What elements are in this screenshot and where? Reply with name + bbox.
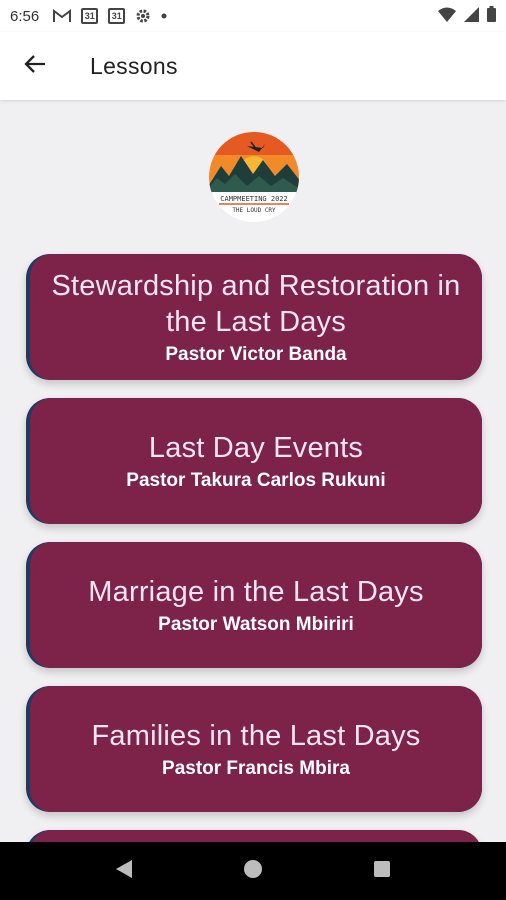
- nav-back-button[interactable]: [104, 851, 144, 891]
- arrow-left-icon: [24, 54, 46, 79]
- lesson-speaker: Pastor Watson Mbiriri: [158, 614, 354, 635]
- lesson-card-marriage[interactable]: Marriage in the Last Days Pastor Watson …: [26, 542, 482, 668]
- system-nav-bar: [0, 842, 506, 900]
- lesson-list: Stewardship and Restoration in the Last …: [26, 254, 482, 842]
- lesson-card-body: Stewardship and Restoration in the Last …: [30, 254, 482, 380]
- calendar-day: 31: [81, 8, 99, 24]
- lesson-card-body: Marriage in the Last Days Pastor Watson …: [30, 542, 482, 668]
- logo-line2: THE LOUD CRY: [232, 207, 276, 214]
- dot-icon: [161, 13, 167, 19]
- lesson-title: Families in the Last Days: [91, 720, 421, 752]
- status-time: 6:56: [10, 7, 40, 25]
- calendar-day: 31: [108, 8, 126, 24]
- back-button[interactable]: [0, 32, 70, 100]
- nav-recents-button[interactable]: [362, 851, 402, 891]
- campmeeting-logo: CAMPMEETING 2022 THE LOUD CRY: [207, 130, 301, 224]
- lesson-speaker: Pastor Francis Mbira: [162, 758, 350, 779]
- lesson-card-families[interactable]: Families in the Last Days Pastor Francis…: [26, 686, 482, 812]
- settings-icon: [135, 8, 151, 24]
- lesson-title: Last Day Events: [148, 432, 364, 464]
- lesson-card-body: Last Day Events Pastor Takura Carlos Ruk…: [30, 398, 482, 524]
- logo-line1: CAMPMEETING 2022: [220, 195, 287, 203]
- signal-icon: [464, 6, 479, 26]
- lessons-content[interactable]: CAMPMEETING 2022 THE LOUD CRY Stewardshi…: [0, 100, 506, 842]
- gmail-icon: [53, 9, 72, 23]
- status-right: [438, 6, 496, 26]
- lesson-card-stewardship[interactable]: Stewardship and Restoration in the Last …: [26, 254, 482, 380]
- page-title: Lessons: [90, 52, 178, 79]
- lesson-title: Marriage in the Last Days: [88, 576, 424, 608]
- wifi-icon: [438, 7, 456, 26]
- lesson-speaker: Pastor Takura Carlos Rukuni: [126, 470, 386, 491]
- lesson-card-body: Families in the Last Days Pastor Francis…: [30, 686, 482, 812]
- status-bar: 6:56 31 31: [0, 0, 506, 32]
- nav-home-button[interactable]: [233, 851, 273, 891]
- calendar-icon: 31: [81, 8, 99, 24]
- recents-square-icon: [373, 860, 391, 883]
- home-circle-icon: [243, 859, 263, 884]
- calendar-icon: 31: [108, 8, 126, 24]
- lesson-card-next[interactable]: [26, 830, 482, 842]
- lesson-card-body: [30, 830, 482, 842]
- lesson-speaker: Pastor Victor Banda: [165, 344, 347, 365]
- app-bar: Lessons: [0, 32, 506, 100]
- lesson-card-last-day-events[interactable]: Last Day Events Pastor Takura Carlos Ruk…: [26, 398, 482, 524]
- battery-icon: [487, 6, 496, 26]
- back-triangle-icon: [115, 859, 133, 884]
- lesson-title: Stewardship and Restoration in the Last …: [51, 270, 461, 338]
